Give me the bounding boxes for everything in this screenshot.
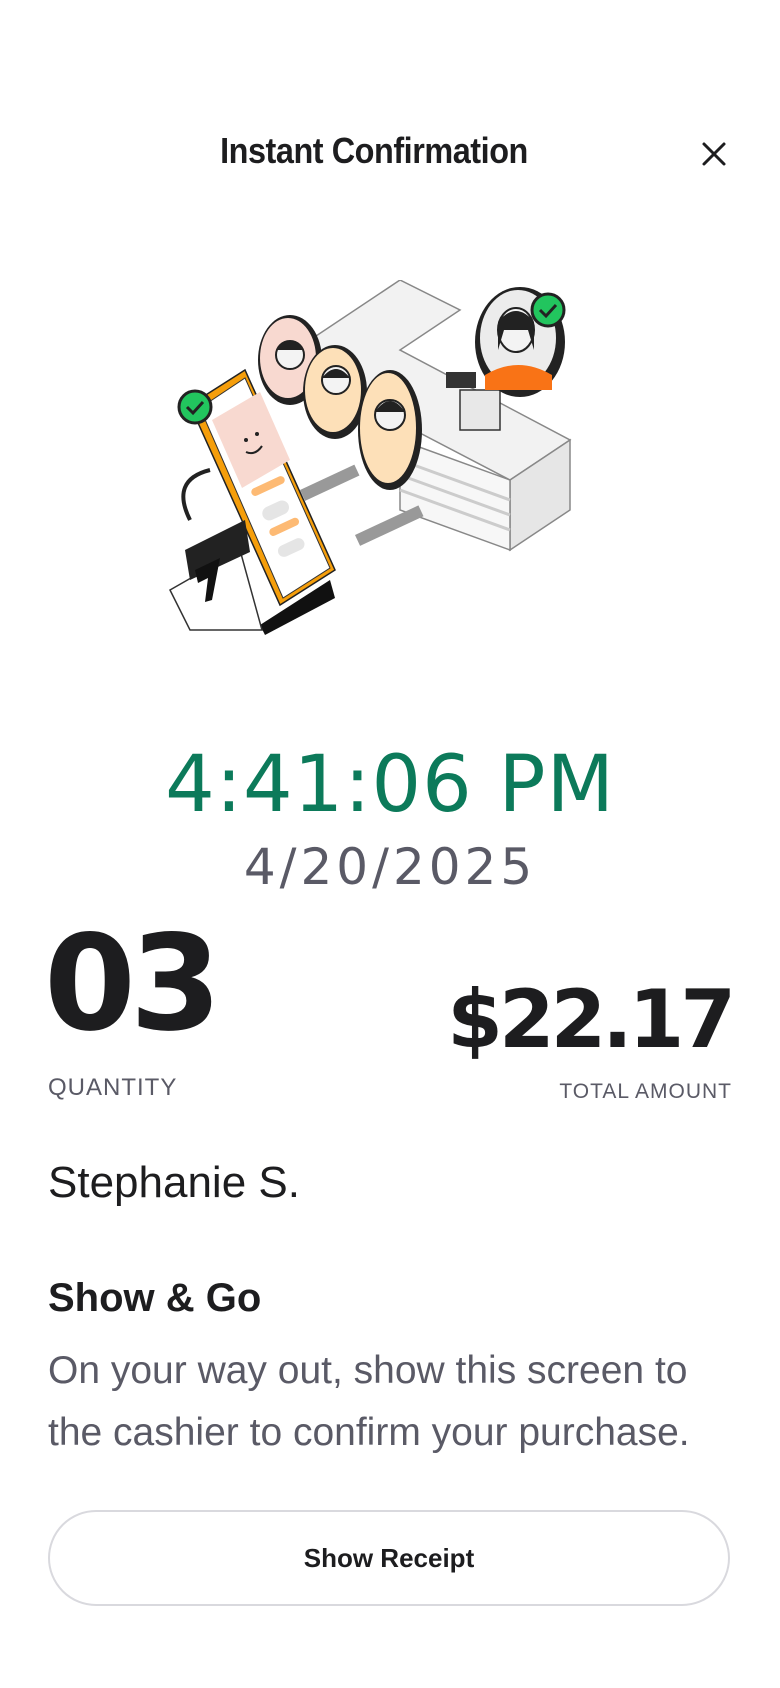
header: Instant Confirmation [0, 120, 780, 190]
show-receipt-label: Show Receipt [303, 1542, 475, 1573]
confirmation-time: 4:41:06 PM [165, 740, 615, 830]
checkout-illustration [150, 279, 630, 680]
quantity-value: 03 [44, 907, 222, 1061]
confirmation-date: 4/20/2025 [243, 838, 537, 896]
close-icon [702, 142, 726, 166]
close-button[interactable] [696, 136, 732, 172]
quantity-label: QUANTITY [48, 1074, 178, 1101]
total-amount-label: TOTAL AMOUNT [559, 1080, 732, 1103]
total-amount-value: $22.17 [447, 973, 736, 1066]
show-receipt-button[interactable]: Show Receipt [48, 1510, 730, 1606]
instructions-body: On your way out, show this screen to the… [48, 1349, 690, 1454]
page-title: Instant Confirmation [220, 130, 528, 171]
customer-name: Stephanie S. [48, 1158, 300, 1207]
instructions-title: Show & Go [48, 1276, 262, 1320]
